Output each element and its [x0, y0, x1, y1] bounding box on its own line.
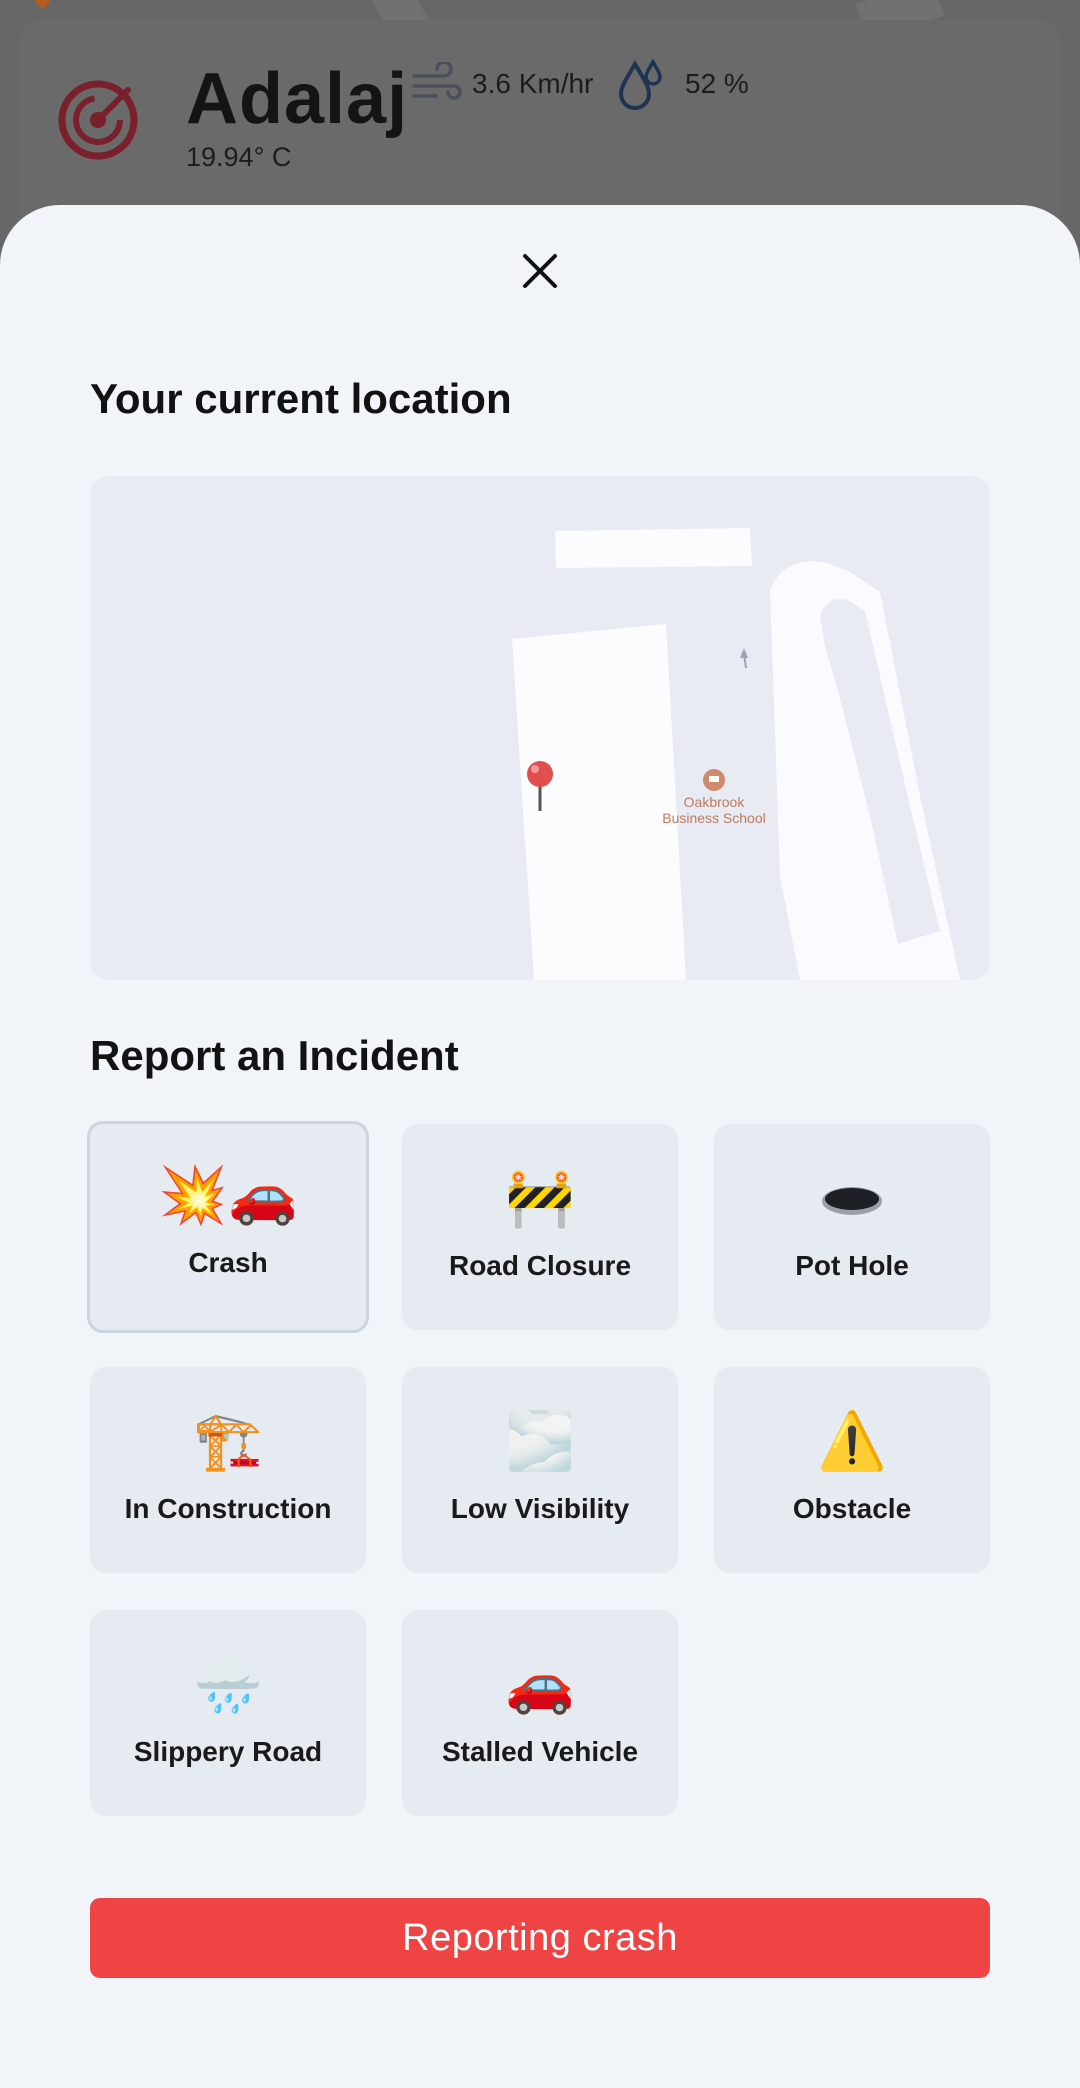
incident-tile-low-visibility[interactable]: 🌫️ Low Visibility [402, 1367, 678, 1573]
submit-report-button[interactable]: Reporting crash [90, 1898, 990, 1978]
report-incident-sheet: Your current location Oakbrook Business … [0, 205, 1080, 2088]
car-icon: 🚗 [505, 1652, 575, 1717]
road-closure-icon: 🚧 [505, 1166, 575, 1231]
close-icon [523, 254, 557, 288]
radar-logo-icon [58, 80, 138, 160]
map-canvas: Oakbrook Business School [512, 528, 960, 980]
poi-label-line1: Oakbrook [684, 794, 746, 810]
incident-tile-slippery-road[interactable]: 🌧️ Slippery Road [90, 1610, 366, 1816]
incident-label: In Construction [124, 1493, 332, 1524]
crash-icon: 💥🚗 [158, 1163, 298, 1228]
incident-label: Low Visibility [450, 1493, 630, 1524]
poi-label-line2: Business School [662, 810, 766, 826]
close-button[interactable] [510, 241, 570, 301]
incident-label: Obstacle [792, 1493, 912, 1524]
city-name: Adalaj [186, 59, 409, 139]
fog-icon: 🌫️ [505, 1409, 575, 1474]
incident-tile-road-closure[interactable]: 🚧 Road Closure [402, 1124, 678, 1330]
incident-tile-crash[interactable]: 💥🚗 Crash [87, 1121, 369, 1333]
rain-cloud-icon: 🌧️ [193, 1652, 263, 1717]
warning-icon: ⚠️ [817, 1409, 887, 1474]
map-marker-icon: ◆ [34, 0, 51, 12]
school-poi-icon [703, 769, 725, 791]
humidity-icon [618, 58, 662, 110]
incident-tile-obstacle[interactable]: ⚠️ Obstacle [714, 1367, 990, 1573]
incident-label: Pot Hole [795, 1250, 909, 1281]
construction-icon: 🏗️ [193, 1409, 263, 1474]
incident-label: Crash [188, 1247, 268, 1278]
incident-label: Slippery Road [133, 1736, 323, 1767]
pothole-shape [822, 1187, 882, 1215]
pothole-icon [820, 1164, 884, 1234]
report-section-title: Report an Incident [90, 1032, 459, 1079]
incident-label: Stalled Vehicle [441, 1736, 639, 1767]
wind-icon [412, 62, 462, 100]
temperature: 19.94° C [186, 142, 292, 172]
incident-label: Road Closure [448, 1250, 632, 1281]
humidity-value: 52 % [685, 68, 749, 99]
incident-tile-stalled-vehicle[interactable]: 🚗 Stalled Vehicle [402, 1610, 678, 1816]
incident-tile-in-construction[interactable]: 🏗️ In Construction [90, 1367, 366, 1573]
wind-speed: 3.6 Km/hr [472, 68, 594, 99]
incident-tile-pot-hole[interactable]: Pot Hole [714, 1124, 990, 1330]
location-map[interactable]: Oakbrook Business School [90, 476, 990, 980]
location-section-title: Your current location [90, 375, 512, 422]
